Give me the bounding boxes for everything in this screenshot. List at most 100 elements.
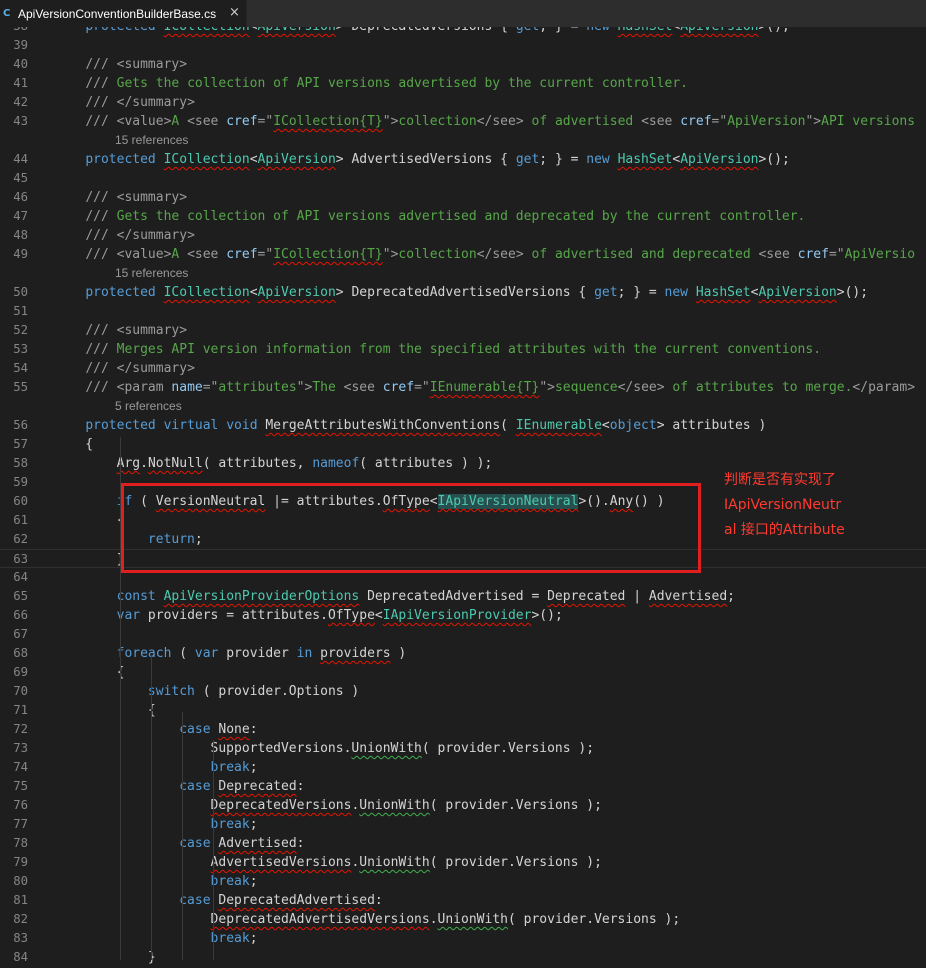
code-line[interactable]: 79 AdvertisedVersions.UnionWith( provide…	[0, 853, 926, 872]
line-number: 73	[13, 741, 28, 755]
code-line[interactable]: 75 case Deprecated:	[0, 777, 926, 796]
code-text: var providers = attributes.OfType<IApiVe…	[54, 606, 563, 625]
line-number: 40	[13, 57, 28, 71]
line-number: 43	[13, 114, 28, 128]
code-line[interactable]: 83 break;	[0, 929, 926, 948]
code-token: <summary>	[116, 190, 188, 205]
code-token: Gets the collection of API versions adve…	[116, 209, 806, 224]
code-token: <see	[641, 114, 681, 129]
code-token: Deprecated	[547, 589, 626, 604]
close-icon[interactable]: ×	[229, 6, 240, 20]
line-number: 41	[13, 76, 28, 90]
code-line[interactable]: 69 {	[0, 663, 926, 682]
code-line[interactable]: 39	[0, 36, 926, 55]
line-number: 78	[13, 836, 28, 850]
code-lens-references[interactable]: 5 references	[115, 397, 182, 416]
code-line[interactable]: 48 /// </summary>	[0, 226, 926, 245]
code-line[interactable]: 71 {	[0, 701, 926, 720]
code-token: The	[312, 380, 344, 395]
code-line[interactable]: 46 /// <summary>	[0, 188, 926, 207]
code-line[interactable]: 42 /// </summary>	[0, 93, 926, 112]
code-token: ="	[828, 247, 845, 262]
code-token: :	[296, 836, 305, 851]
code-token: NotNull	[147, 456, 203, 471]
line-number: 82	[13, 912, 28, 926]
code-line[interactable]: 51	[0, 302, 926, 321]
code-token: <summary>	[116, 57, 188, 72]
code-line[interactable]: 68 foreach ( var provider in providers )	[0, 644, 926, 663]
code-token: ( provider.Versions );	[421, 741, 595, 756]
code-token: case	[179, 836, 211, 851]
code-token: </summary>	[116, 95, 195, 110]
code-line[interactable]: 41 /// Gets the collection of API versio…	[0, 74, 926, 93]
code-token: <see	[343, 380, 383, 395]
code-token: ApiVersion	[680, 152, 759, 167]
code-token: Advertised	[648, 589, 728, 604]
code-token: ///	[85, 380, 117, 395]
code-line[interactable]: 56 protected virtual void MergeAttribute…	[0, 416, 926, 435]
code-line[interactable]: 74 break;	[0, 758, 926, 777]
code-token: ICollection{T}	[273, 114, 383, 129]
line-number: 69	[13, 665, 28, 679]
line-number: 55	[13, 380, 28, 394]
code-text: /// <summary>	[54, 188, 187, 207]
file-tab[interactable]: C ApiVersionConventionBuilderBase.cs ×	[0, 0, 247, 27]
line-number: 58	[13, 456, 28, 470]
code-line[interactable]: 78 case Advertised:	[0, 834, 926, 853]
code-line[interactable]: 77 break;	[0, 815, 926, 834]
code-line[interactable]: 43 /// <value>A <see cref="ICollection{T…	[0, 112, 926, 131]
code-token: ( provider.Options )	[194, 684, 360, 699]
code-line[interactable]: 67	[0, 625, 926, 644]
code-text: const ApiVersionProviderOptions Deprecat…	[54, 587, 735, 606]
code-text: /// Gets the collection of API versions …	[54, 74, 688, 93]
code-token: Merges API version information from the …	[116, 342, 822, 357]
code-line[interactable]: 73 SupportedVersions.UnionWith( provider…	[0, 739, 926, 758]
line-number: 52	[13, 323, 28, 337]
code-line[interactable]: 47 /// Gets the collection of API versio…	[0, 207, 926, 226]
csharp-file-icon: C	[3, 7, 11, 19]
annotation-line: 判断是否有实现了	[724, 472, 836, 488]
code-line[interactable]: 54 /// </summary>	[0, 359, 926, 378]
code-line[interactable]: 81 case DeprecatedAdvertised:	[0, 891, 926, 910]
code-line[interactable]: 80 break;	[0, 872, 926, 891]
code-line[interactable]: 49 /// <value>A <see cref="ICollection{T…	[0, 245, 926, 264]
code-line[interactable]: 57 {	[0, 435, 926, 454]
code-line[interactable]: 84 }	[0, 948, 926, 967]
code-token: ( attributes ) );	[359, 456, 493, 471]
code-line[interactable]: 70 switch ( provider.Options )	[0, 682, 926, 701]
code-token: cref	[680, 114, 712, 129]
code-line[interactable]: 55 /// <param name="attributes">The <see…	[0, 378, 926, 397]
code-token: ApiVersion	[758, 285, 837, 300]
code-line[interactable]: 53 /// Merges API version information fr…	[0, 340, 926, 359]
code-token: IEnumerable	[515, 418, 602, 433]
code-line[interactable]: 66 var providers = attributes.OfType<IAp…	[0, 606, 926, 625]
code-line[interactable]: 76 DeprecatedVersions.UnionWith( provide…	[0, 796, 926, 815]
line-number: 71	[13, 703, 28, 717]
code-token: ; } =	[539, 152, 587, 167]
code-token: ///	[85, 95, 117, 110]
code-text: /// <value>A <see cref="ICollection{T}">…	[54, 112, 915, 131]
code-lens-references[interactable]: 15 references	[115, 131, 188, 150]
code-token: </see>	[476, 114, 524, 129]
code-token: ; } =	[539, 27, 586, 34]
code-line[interactable]: 45	[0, 169, 926, 188]
code-line[interactable]: 38 protected ICollection<ApiVersion> Dep…	[0, 27, 926, 36]
code-line[interactable]: 52 /// <summary>	[0, 321, 926, 340]
code-token: None	[218, 722, 250, 737]
code-line[interactable]: 50 protected ICollection<ApiVersion> Dep…	[0, 283, 926, 302]
line-number: 63	[13, 552, 28, 566]
code-line[interactable]: 72 case None:	[0, 720, 926, 739]
code-lens-references[interactable]: 15 references	[115, 264, 188, 283]
code-token: <see	[758, 247, 798, 262]
code-token: HashSet	[617, 152, 673, 167]
code-line[interactable]: 82 DeprecatedAdvertisedVersions.UnionWit…	[0, 910, 926, 929]
code-token: ///	[85, 361, 117, 376]
code-line[interactable]: 44 protected ICollection<ApiVersion> Adv…	[0, 150, 926, 169]
code-line[interactable]: 65 const ApiVersionProviderOptions Depre…	[0, 587, 926, 606]
code-line[interactable]: 40 /// <summary>	[0, 55, 926, 74]
